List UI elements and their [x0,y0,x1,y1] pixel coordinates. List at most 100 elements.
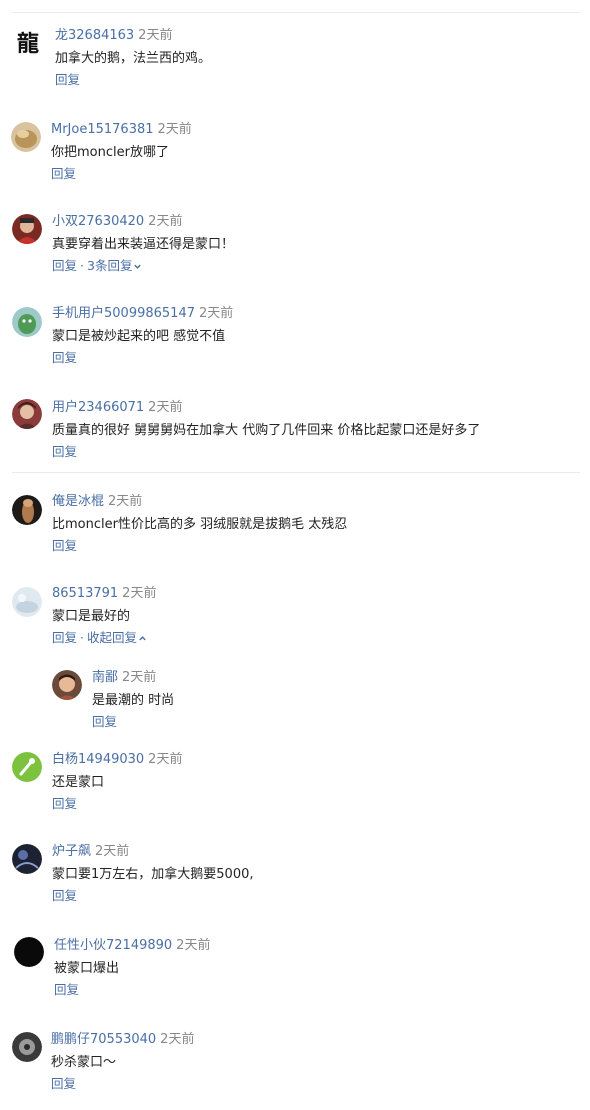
reply-button[interactable]: 回复 [55,72,80,87]
reply-text: 是最潮的 时尚 [92,693,175,708]
chevron-down-icon [134,264,142,269]
comment-meta: 鹏鹏仔70553040 2天前 [51,1032,194,1048]
comment-time: 2天前 [160,1032,195,1047]
comment-time: 2天前 [122,586,157,601]
comment-item: 手机用户50099865147 2天前 蒙口是被炒起来的吧 感觉不值 回复 [0,302,590,382]
comment-time: 2天前 [148,214,183,229]
separator-dot: · [80,630,84,645]
comment-text: 秒杀蒙口～ [51,1055,117,1070]
comment-text: 蒙口是最好的 [52,609,131,624]
comment-author[interactable]: 鹏鹏仔70553040 [51,1032,156,1047]
collapse-replies-label: 收起回复 [87,630,138,645]
dragon-calligraphy-avatar[interactable]: 龍 [12,26,44,58]
light-blue-avatar[interactable] [12,587,42,617]
comment-text: 真要穿着出来装逼还得是蒙口！ [52,237,235,252]
comment-text: 加拿大的鹅，法兰西的鸡。 [55,51,212,66]
comment-meta: 白杨14949030 2天前 [52,752,182,768]
face-photo-avatar[interactable] [52,670,82,700]
comment-item: 小双27630420 2天前 真要穿着出来装逼还得是蒙口！ 回复 · 3条回复 [0,210,590,290]
green-cartoon-avatar[interactable] [12,307,42,337]
tan-blob-avatar[interactable] [11,122,41,152]
reply-button[interactable]: 回复 [52,258,77,273]
comment-actions: 回复 · 3条回复 [52,258,142,274]
comment-item: MrJoe15176381 2天前 你把moncler放哪了 回复 [0,118,590,198]
comment-item: 俺是冰棍 2天前 比moncler性价比高的多 羽绒服就是拔鹅毛 太残忍 回复 [0,490,590,570]
reply-meta: 南鄙 2天前 [92,670,156,686]
nested-reply-item: 南鄙 2天前 是最潮的 时尚 回复 [0,666,590,746]
comment-time: 2天前 [157,122,192,137]
comment-item: 龍 龙32684163 2天前 加拿大的鹅，法兰西的鸡。 回复 [0,24,590,104]
dark-night-avatar[interactable] [12,844,42,874]
person-avatar[interactable] [12,399,42,429]
reply-button[interactable]: 回复 [52,538,77,553]
reply-button[interactable]: 回复 [52,888,77,903]
comment-time: 2天前 [176,938,211,953]
reply-button[interactable]: 回复 [92,714,117,729]
comment-author[interactable]: 龙32684163 [55,28,134,43]
brown-dark-avatar-image [12,495,42,525]
comment-text: 质量真的很好 舅舅舅妈在加拿大 代购了几件回来 价格比起蒙口还是好多了 [52,423,481,438]
comment-time: 2天前 [95,844,130,859]
comment-actions: 回复 [52,538,77,554]
comment-actions: 回复 [52,796,77,812]
comment-actions: 回复 [54,982,79,998]
reply-button[interactable]: 回复 [54,982,79,997]
light-blue-avatar-image [12,587,42,617]
person-red-avatar-image [12,214,42,244]
comment-meta: 86513791 2天前 [52,586,156,602]
comment-list: 龍 龙32684163 2天前 加拿大的鹅，法兰西的鸡。 回复 MrJoe1517… [0,0,590,1110]
comment-text: 你把moncler放哪了 [51,145,169,160]
divider [12,472,580,473]
comment-item: 任性小伙72149890 2天前 被蒙口爆出 回复 [0,934,590,1014]
comment-time: 2天前 [148,752,183,767]
comment-item: 86513791 2天前 蒙口是最好的 回复 · 收起回复 [0,582,590,662]
comment-time: 2天前 [198,306,234,321]
comment-author[interactable]: 小双27630420 [52,214,144,229]
reply-button[interactable]: 回复 [52,444,77,459]
black-circle-avatar-image [14,937,44,967]
person-red-avatar[interactable] [12,214,42,244]
comment-author[interactable]: 白杨14949030 [52,752,144,767]
divider-top [12,12,580,13]
comment-meta: 用户23466071 2天前 [52,400,182,416]
comment-author[interactable]: MrJoe15176381 [51,122,154,137]
comment-actions: 回复 [52,888,77,904]
reply-button[interactable]: 回复 [52,630,77,645]
collapse-replies-button[interactable]: 收起回复 [87,630,147,645]
comment-text: 还是蒙口 [52,775,105,790]
comment-time: 2天前 [148,400,183,415]
comment-actions: 回复 [51,166,76,182]
comment-actions: 回复 · 收起回复 [52,630,147,646]
reply-button[interactable]: 回复 [51,166,76,181]
comment-author[interactable]: 用户23466071 [52,400,144,415]
green-cartoon-avatar-image [12,307,42,337]
view-replies-button[interactable]: 3条回复 [87,258,142,273]
reply-author[interactable]: 南鄙 [92,670,118,685]
comment-time: 2天前 [138,28,173,43]
brown-dark-avatar[interactable] [12,495,42,525]
comment-actions: 回复 [51,1076,76,1092]
green-leaf-avatar[interactable] [12,752,42,782]
view-replies-label: 3条回复 [87,258,133,273]
comment-meta: MrJoe15176381 2天前 [51,122,192,138]
comment-author[interactable]: 手机用户50099865147 [52,306,195,321]
black-circle-avatar[interactable] [14,937,44,967]
reply-time: 2天前 [122,670,157,685]
comment-author[interactable]: 任性小伙72149890 [54,938,172,953]
reply-button[interactable]: 回复 [52,350,77,365]
car-wheel-avatar[interactable] [12,1032,42,1062]
car-wheel-avatar-image [12,1032,42,1062]
comment-actions: 回复 [52,444,77,460]
comment-actions: 回复 [55,72,80,88]
comment-meta: 俺是冰棍 2天前 [52,494,142,510]
comment-item: 用户23466071 2天前 质量真的很好 舅舅舅妈在加拿大 代购了几件回来 价格… [0,396,590,476]
reply-button[interactable]: 回复 [51,1076,76,1091]
comment-author[interactable]: 俺是冰棍 [52,494,104,509]
comment-time: 2天前 [108,494,143,509]
separator-dot: · [80,258,84,273]
comment-author[interactable]: 炉子飙 [52,844,91,859]
comment-meta: 任性小伙72149890 2天前 [54,938,210,954]
reply-button[interactable]: 回复 [52,796,77,811]
face-photo-avatar-image [52,670,82,700]
comment-author[interactable]: 86513791 [52,586,118,601]
